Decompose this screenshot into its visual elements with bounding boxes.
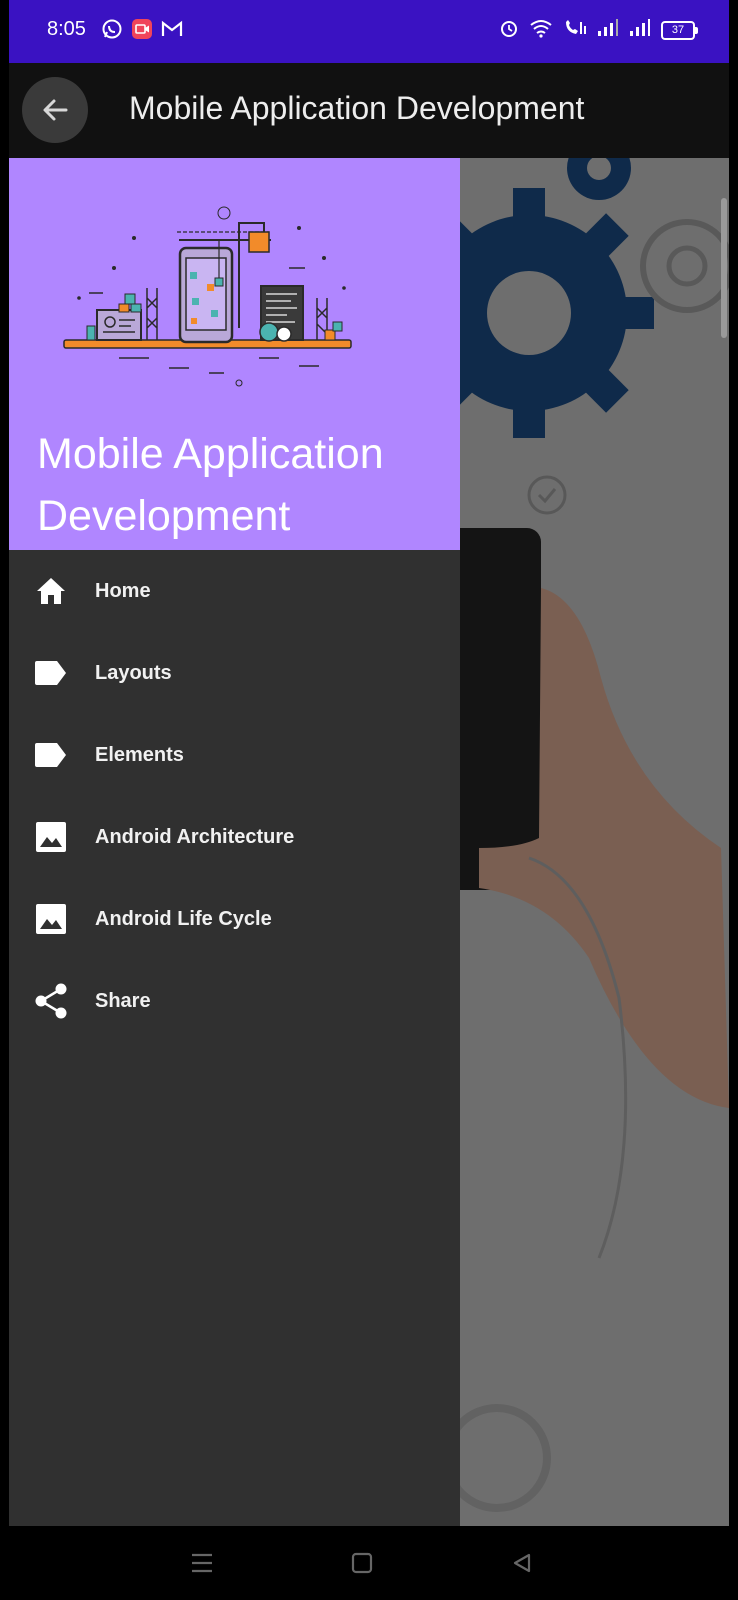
- status-time: 8:05: [47, 18, 86, 40]
- home-square-icon: [351, 1552, 373, 1574]
- drawer-header: Mobile Application Development: [9, 158, 460, 550]
- menu-item-label: Share: [95, 989, 151, 1012]
- menu-item-share[interactable]: Share: [9, 960, 460, 1042]
- scrollbar[interactable]: [721, 198, 727, 338]
- back-triangle-icon: [513, 1553, 531, 1573]
- menu-item-home[interactable]: Home: [9, 550, 460, 632]
- image-icon: [33, 819, 69, 855]
- drawer-menu: Home Layouts Elements Android Architectu…: [9, 550, 460, 1042]
- system-nav-bar: [9, 1526, 729, 1600]
- signal-icon: [597, 19, 619, 42]
- label-icon: [33, 737, 69, 773]
- menu-item-label: Layouts: [95, 661, 172, 684]
- app-screen: 8:05 37 Mobile Application Development M…: [9, 0, 729, 1600]
- arrow-left-icon: [43, 99, 68, 121]
- share-icon: [33, 983, 69, 1019]
- menu-item-label: Android Architecture: [95, 825, 295, 848]
- menu-icon: [192, 1553, 212, 1573]
- whatsapp-icon: [101, 18, 123, 45]
- app-development-illustration: [63, 206, 352, 387]
- drawer-header-title: Mobile Application Development: [37, 430, 384, 540]
- menu-item-android-life-cycle[interactable]: Android Life Cycle: [9, 878, 460, 960]
- screen-recorder-icon: [131, 18, 153, 45]
- system-icons: 37: [499, 18, 698, 43]
- gmail-icon: [161, 18, 183, 45]
- app-toolbar: Mobile Application Development: [9, 63, 729, 158]
- menu-item-label: Elements: [95, 743, 184, 766]
- menu-item-android-architecture[interactable]: Android Architecture: [9, 796, 460, 878]
- signal-icon: [629, 19, 651, 42]
- home-button[interactable]: [347, 1548, 377, 1578]
- menu-item-label: Android Life Cycle: [95, 907, 272, 930]
- label-icon: [33, 655, 69, 691]
- back-button[interactable]: [22, 77, 88, 143]
- toolbar-title: Mobile Application Development: [129, 90, 585, 126]
- image-icon: [33, 901, 69, 937]
- alarm-icon: [499, 18, 519, 43]
- home-icon: [33, 573, 69, 609]
- wifi-icon: [529, 18, 553, 43]
- menu-item-elements[interactable]: Elements: [9, 714, 460, 796]
- battery-indicator: 37: [661, 21, 698, 40]
- status-bar: 8:05 37: [9, 0, 729, 63]
- menu-item-label: Home: [95, 579, 151, 602]
- back-nav-button[interactable]: [507, 1548, 537, 1578]
- volte-icon: [563, 18, 587, 43]
- menu-item-layouts[interactable]: Layouts: [9, 632, 460, 714]
- recents-button[interactable]: [187, 1548, 217, 1578]
- notification-icons: [101, 18, 183, 45]
- navigation-drawer: Mobile Application Development Home Layo…: [9, 158, 460, 1526]
